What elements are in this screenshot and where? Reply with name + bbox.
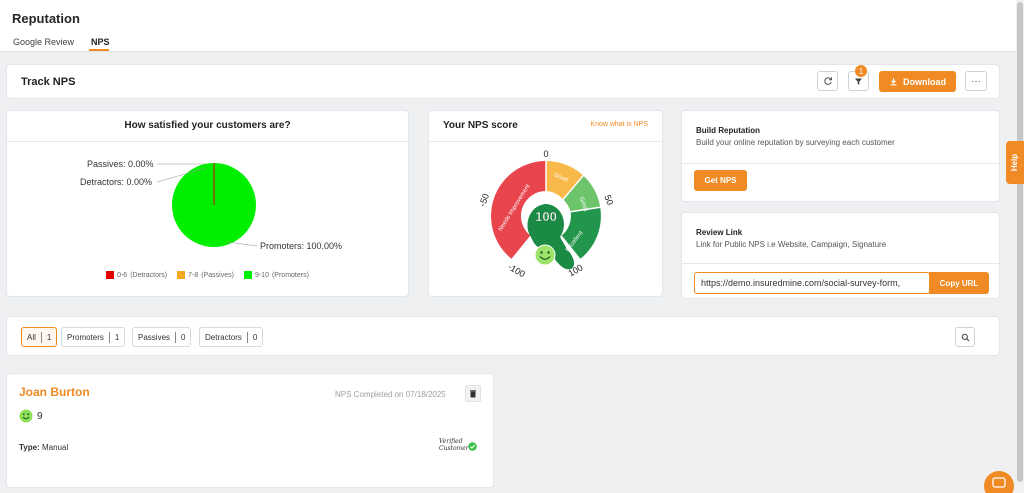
- legend-item-promoters[interactable]: 9-10 (Promoters): [243, 271, 309, 279]
- verified-customer-badge: Verified Customer: [439, 438, 469, 452]
- top-bar: Reputation Google Review NPS: [0, 0, 1016, 52]
- filter-count-badge: 1: [855, 65, 867, 77]
- filter-chip-count: 0: [181, 332, 186, 342]
- filter-chip-label: Passives: [138, 332, 171, 342]
- download-label: Download: [903, 76, 946, 87]
- card-divider: [682, 163, 999, 164]
- filter-chip-count: 1: [46, 332, 52, 342]
- filter-chip-count: 0: [252, 332, 258, 342]
- copy-url-button[interactable]: Copy URL: [929, 272, 989, 294]
- build-reputation-desc: Build your online reputation by surveyin…: [696, 138, 895, 147]
- filter-chip-count: 1: [114, 332, 120, 342]
- type-label: Type:: [19, 443, 40, 452]
- detractors-data-label: Detractors: 0.00%: [80, 177, 153, 187]
- legend-range: 0-6: [117, 271, 128, 279]
- respondent-name[interactable]: Joan Burton: [19, 385, 90, 399]
- legend-swatch: [243, 271, 252, 279]
- nps-gauge: Needs Improvement Good Great Excellent 0…: [477, 149, 615, 280]
- page-scrollbar[interactable]: [1016, 0, 1024, 493]
- passives-data-label: Passives: 0.00%: [87, 159, 154, 169]
- legend-name: (Detractors): [130, 271, 168, 279]
- legend-item-detractors[interactable]: 0-6 (Detractors): [106, 271, 167, 279]
- get-nps-button[interactable]: Get NPS: [694, 170, 747, 191]
- refresh-icon: [823, 77, 832, 85]
- help-label: Help: [1010, 153, 1020, 172]
- satisfaction-card: How satisfied your customers are? Passiv…: [6, 110, 409, 297]
- refresh-button[interactable]: [817, 71, 838, 91]
- delete-button[interactable]: [465, 385, 481, 402]
- verified-text-line2: Customer: [439, 445, 469, 452]
- download-icon: [890, 78, 897, 86]
- legend-name: (Promoters): [271, 271, 309, 279]
- pie-slices: [172, 163, 256, 247]
- more-icon: ···: [971, 75, 981, 87]
- filter-chip-all[interactable]: All 1: [21, 327, 58, 347]
- track-nps-bar: Track NPS Download ···: [6, 64, 1000, 99]
- smile-emoji-icon: [534, 244, 556, 266]
- legend-swatch: [106, 271, 115, 279]
- gauge-tick-0: 0: [543, 149, 548, 159]
- help-tab[interactable]: Help: [1006, 141, 1024, 184]
- review-link-title: Review Link: [696, 228, 743, 237]
- chip-separator: [40, 331, 42, 343]
- track-nps-title: Track NPS: [21, 76, 76, 88]
- build-reputation-title: Build Reputation: [696, 126, 760, 135]
- filter-bar: All 1 Promoters 1 Passives 0 Detractors …: [6, 316, 1000, 356]
- filter-chip-label: Promoters: [67, 332, 104, 342]
- gauge-tick-50: 50: [602, 194, 615, 207]
- page-title: Reputation: [12, 11, 80, 26]
- chip-separator: [246, 331, 248, 343]
- card-divider: [682, 263, 999, 264]
- chat-widget-button[interactable]: [984, 471, 1014, 493]
- nps-score-value: 100: [535, 209, 557, 224]
- review-link-card: Review Link Link for Public NPS i.e Webs…: [681, 212, 1000, 299]
- pie-chart: [156, 163, 258, 247]
- chip-separator: [108, 331, 110, 343]
- smile-emoji-icon: [19, 409, 33, 423]
- response-type: Type: Manual: [19, 443, 68, 452]
- legend-range: 9-10: [254, 271, 269, 279]
- gauge-tick-minus-100: -100: [506, 262, 527, 280]
- gauge-tick-minus-50: -50: [477, 192, 491, 208]
- trash-icon: [470, 389, 476, 397]
- completed-date: NPS Completed on 07/18/2025: [335, 390, 446, 399]
- type-value: Manual: [41, 443, 69, 452]
- response-card: Joan Burton NPS Completed on 07/18/2025 …: [6, 373, 494, 488]
- search-button[interactable]: [955, 327, 975, 347]
- filter-icon: [855, 78, 862, 85]
- pie-legend: 0-6 (Detractors) 7-8 (Passives) 9-10 (Pr…: [7, 271, 408, 279]
- filter-chip-detractors[interactable]: Detractors 0: [199, 327, 264, 347]
- filter-chip-label: All: [27, 332, 36, 342]
- active-tab-indicator: [89, 49, 109, 51]
- verified-check-icon: [468, 442, 477, 451]
- filter-chip-passives[interactable]: Passives 0: [132, 327, 192, 347]
- legend-swatch: [177, 271, 186, 279]
- scrollbar-thumb[interactable]: [1017, 2, 1023, 482]
- verified-text-line1: Verified: [439, 438, 463, 445]
- response-score: 9: [37, 411, 43, 422]
- review-url-field[interactable]: https://demo.insuredmine.com/social-surv…: [694, 272, 930, 294]
- review-link-desc: Link for Public NPS i.e Website, Campaig…: [696, 240, 887, 249]
- chip-separator: [175, 331, 177, 343]
- search-icon: [961, 333, 969, 341]
- nps-score-card: Your NPS score Know what is NPS Needs Im…: [428, 110, 663, 297]
- promoters-leader-line: [226, 241, 258, 247]
- filter-chip-promoters[interactable]: Promoters 1: [61, 327, 126, 347]
- tab-nps[interactable]: NPS: [91, 37, 110, 47]
- legend-range: 7-8: [188, 271, 199, 279]
- build-reputation-card: Build Reputation Build your online reput…: [681, 110, 1000, 202]
- filter-chip-label: Detractors: [205, 332, 242, 342]
- tab-google-review[interactable]: Google Review: [13, 37, 74, 47]
- promoters-data-label: Promoters: 100.00%: [260, 241, 343, 251]
- more-options-button[interactable]: ···: [965, 71, 987, 91]
- chat-icon: [992, 477, 1006, 488]
- legend-name: (Passives): [201, 271, 234, 279]
- download-button[interactable]: Download: [879, 71, 956, 92]
- legend-item-passives[interactable]: 7-8 (Passives): [177, 271, 234, 279]
